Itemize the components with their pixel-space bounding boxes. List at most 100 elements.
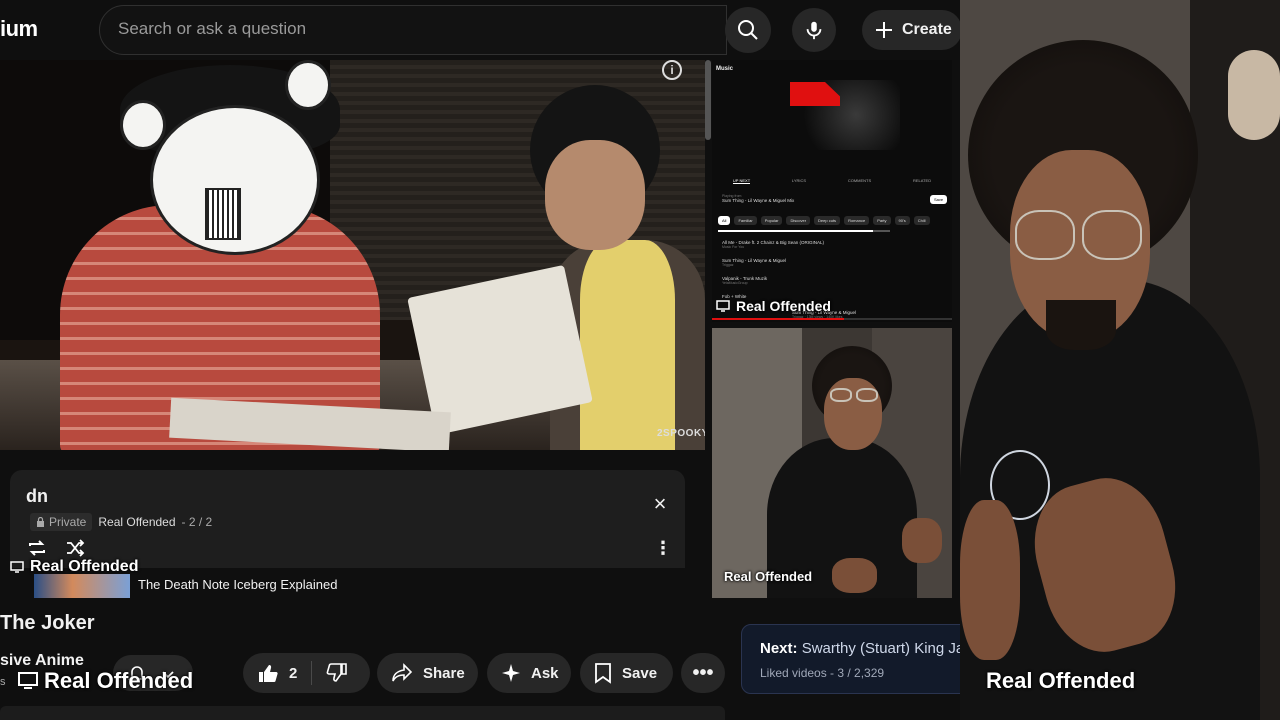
cam-person-hand [960,500,1020,660]
bottom-panel-edge [0,706,725,720]
lock-icon [37,517,44,527]
mini-chip: Discover [786,216,811,225]
mini-chip: Romance [844,216,870,225]
webcam-name-label: Real Offended [724,569,813,584]
cast-overlay-label: Real Offended [44,668,194,693]
dislike-button[interactable] [312,653,362,693]
webcam-name-label: Real Offended [986,668,1136,693]
cast-overlay-label: Real Offended [736,298,831,314]
like-dislike-group: 2 [243,653,370,693]
mini-tab: COMMENTS [847,178,872,183]
share-button[interactable]: Share [377,653,478,693]
share-icon [392,663,413,682]
top-bar: ium Create [0,0,962,60]
main-video-player[interactable]: i 2SPOOKY [0,60,705,450]
save-button[interactable]: Save [580,653,673,693]
webcam-feed-large [960,0,1280,720]
shuffle-icon[interactable] [64,537,86,559]
drawn-mask-mouth [205,188,241,240]
mini-tab: UP NEXT [732,178,751,184]
privacy-badge: Private [30,513,93,531]
video-title: The Joker [0,612,95,634]
cast-icon [10,561,24,573]
ask-label: Ask [531,664,559,682]
thumbs-down-icon [326,663,348,682]
ask-button[interactable]: Ask [487,653,571,693]
mini-chip: 90's [894,216,910,225]
cam-person-glasses [830,388,852,402]
playlist-title[interactable]: dn [26,486,48,507]
more-actions-button[interactable]: ••• [681,653,725,693]
drawn-mask-ear [285,60,331,110]
mini-chip: Party [873,216,891,225]
mini-queue-sub: YelaMusicGroup [722,281,748,285]
up-next-video-title: Swarthy (Stuart) King Ja [801,640,965,657]
create-label: Create [902,21,952,38]
voice-search-button[interactable] [792,8,836,52]
mini-tab: RELATED [912,178,932,183]
mic-icon [806,21,822,40]
cam-person-glasses [856,388,878,402]
create-button[interactable]: Create [862,10,962,50]
info-icon[interactable]: i [662,60,682,80]
cast-overlay-label: Real Offended [30,558,139,575]
more-vert-icon[interactable]: ⋮ [654,538,672,559]
search-input[interactable] [118,19,708,39]
playlist-owner[interactable]: Real Offended [98,515,175,529]
mini-chip-row: All Familiar Popular Discover Deep cuts … [718,216,930,225]
like-count: 2 [289,664,298,682]
up-next-card[interactable]: Next: Swarthy (Stuart) King Ja Liked vid… [741,624,971,694]
bookmark-icon [595,663,611,684]
embedded-music-screen: Music UP NEXT LYRICS COMMENTS RELATED Pl… [712,60,952,322]
search-box[interactable] [99,5,727,55]
search-icon [738,20,758,40]
cam-person-beard [1046,300,1116,350]
mini-chip: Popular [760,216,783,225]
cam-person-hand [902,518,942,563]
like-button[interactable]: 2 [243,653,311,693]
save-label: Save [622,664,658,682]
playlist-panel: dn Private Real Offended - 2 / 2 × ⋮ The… [10,470,685,598]
video-watermark: 2SPOOKY [657,428,705,439]
mini-chip: Deep cuts [814,216,841,225]
scrollbar-thumb[interactable] [705,60,711,140]
cam-person-hand [832,558,877,593]
mini-tabs: UP NEXT LYRICS COMMENTS RELATED [712,178,952,184]
cam-lamp [1228,50,1280,140]
mini-queue-row: Valpanik - Trunk Muzik YelaMusicGroup [722,276,767,285]
up-next-title: Next: Swarthy (Stuart) King Ja [760,640,964,657]
cam-person-glasses [1015,210,1075,260]
mini-now-playing-title: Sum Thing - Lil Wayne & Miguel Mix [722,198,795,203]
mini-queue-sub: Triggaz [722,263,734,267]
mini-chip: Familiar [734,216,757,225]
mini-progress-fill [718,230,873,232]
channel-subscribers: s [0,676,6,688]
more-horiz-icon: ••• [692,661,714,684]
loop-icon[interactable] [26,537,48,559]
mini-tab: LYRICS [791,178,807,183]
cast-icon [18,672,38,689]
mini-queue-row: All Me - Drake ft. 2 Chainz & Big Sean (… [722,240,824,249]
playlist-position: - 2 / 2 [181,515,213,529]
video-person-face [545,140,645,250]
cam-person-glasses [1082,210,1142,260]
search-button[interactable] [725,7,771,53]
close-icon[interactable]: × [650,493,670,515]
playlist-item-thumbnail [34,574,130,598]
cast-overlay: Real Offended [716,298,831,314]
plus-icon [876,22,892,38]
playlist-item-title: The Death Note Iceberg Explained [138,577,338,592]
sparkle-icon [502,664,520,682]
logo[interactable]: ium [0,16,38,42]
mini-now-playing: Playing from Sum Thing - Lil Wayne & Mig… [722,194,794,203]
cast-overlay: Real Offended [18,668,193,694]
mini-chip: All [718,216,731,225]
mini-scrub-bar [712,318,952,320]
share-label: Share [423,664,465,682]
drawn-mask-ear [120,100,166,150]
playlist-meta: Private Real Offended - 2 / 2 [30,513,212,531]
up-next-prefix: Next: [760,640,798,657]
privacy-label: Private [49,515,87,529]
webcam-feed-small [712,328,952,598]
mini-scrub-fill [712,318,844,320]
